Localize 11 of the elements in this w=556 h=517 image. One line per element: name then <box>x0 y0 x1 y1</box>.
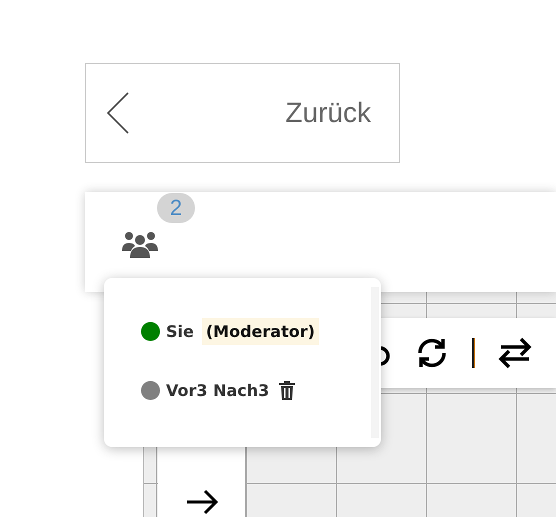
users-icon[interactable] <box>121 229 159 259</box>
back-button[interactable]: Zurück <box>85 63 400 163</box>
chevron-left-icon <box>106 91 130 135</box>
arrow-right-icon[interactable] <box>184 489 218 515</box>
trash-icon[interactable] <box>279 381 296 400</box>
role-label: (Moderator) <box>202 318 319 345</box>
swap-icon[interactable] <box>497 335 533 371</box>
participant-name: Sie <box>166 322 194 341</box>
divider <box>472 338 475 368</box>
participant-name: Vor3 Nach3 <box>166 381 270 400</box>
count-badge: 2 <box>157 193 195 223</box>
